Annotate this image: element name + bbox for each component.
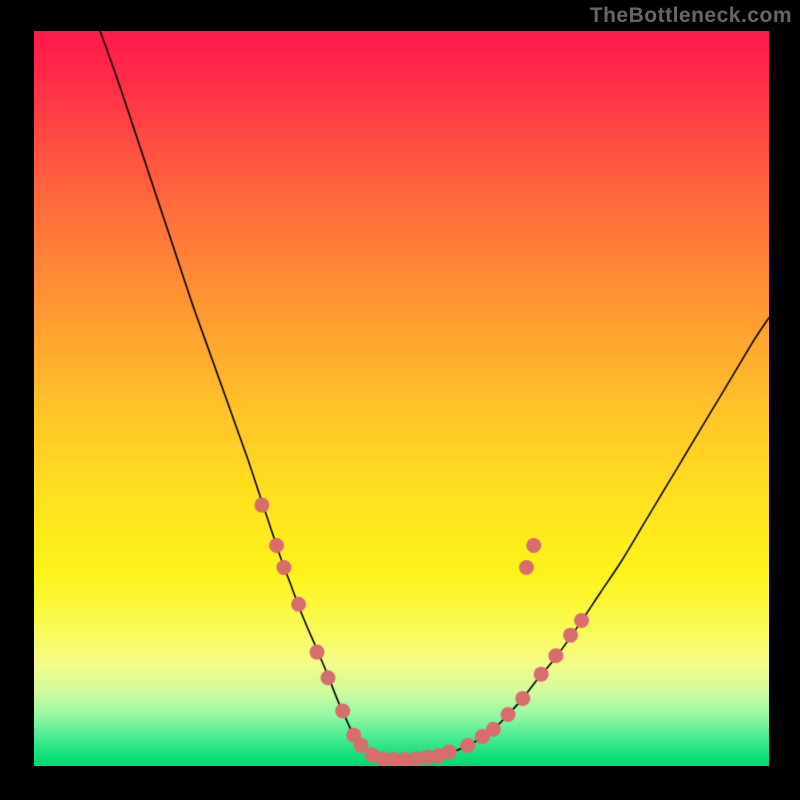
- plot-area: [34, 31, 769, 766]
- watermark-text: TheBottleneck.com: [590, 4, 792, 28]
- chart-frame: TheBottleneck.com: [0, 0, 800, 800]
- chart-canvas: [34, 31, 769, 766]
